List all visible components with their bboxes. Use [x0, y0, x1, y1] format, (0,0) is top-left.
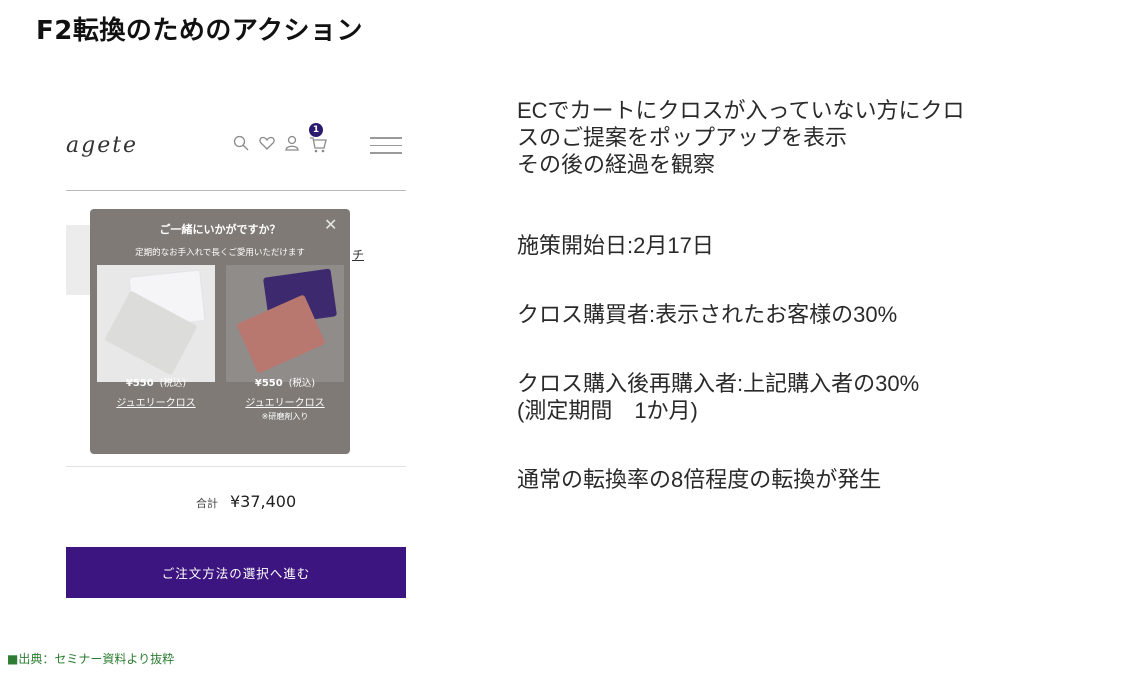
note-repurchasers: クロス購入後再購入者:上記購入者の30% (測定期間 1か月): [517, 371, 920, 423]
product-card-2[interactable]: ジュエリークロス ※研磨剤入り: [226, 265, 344, 422]
heart-icon[interactable]: [258, 134, 276, 152]
product-price-2: ¥550 (税込): [254, 378, 316, 389]
source-note: ■出典：セミナー資料より抜粋: [7, 652, 175, 666]
search-icon[interactable]: [232, 134, 250, 152]
cart-total: 合計 ¥37,400: [196, 492, 296, 511]
product-image-2[interactable]: [226, 265, 344, 382]
cart-icon[interactable]: 1: [308, 123, 328, 154]
menu-icon[interactable]: [370, 137, 402, 160]
note-observation: ECでカートにクロスが入っていない方にクロ スのご提案をポップアップを表示 その…: [517, 98, 965, 177]
product-price-1: ¥550 (税込): [125, 378, 187, 389]
product-name-1[interactable]: ジュエリークロス: [97, 394, 215, 409]
note-purchasers: クロス購買者:表示されたお客様の30%: [517, 302, 898, 327]
product-note-2: ※研磨剤入り: [261, 412, 309, 421]
cart-divider: [66, 466, 406, 467]
background-partial-text: チ: [352, 248, 365, 262]
total-value: ¥37,400: [230, 492, 297, 511]
product-name-2[interactable]: ジュエリークロス: [226, 394, 344, 409]
recommendation-popup: ✕ ご一緒にいかがですか？ 定期的なお手入れで長くご愛用いただけます ジュエリー…: [90, 209, 350, 454]
header-divider: [66, 190, 406, 191]
user-icon[interactable]: [284, 134, 300, 152]
note-start-date: 施策開始日:2月17日: [517, 233, 714, 258]
proceed-checkout-button[interactable]: ご注文方法の選択へ進む: [66, 547, 406, 598]
slide-title: F2転換のためのアクション: [36, 16, 364, 46]
popup-subtitle: 定期的なお手入れで長くご愛用いただけます: [135, 248, 305, 258]
header-icons: 1: [232, 123, 328, 154]
background-product-strip: [66, 225, 92, 295]
cart-badge: 1: [309, 123, 323, 137]
popup-title: ご一緒にいかがですか？: [159, 223, 281, 236]
total-label: 合計: [196, 497, 218, 510]
site-logo[interactable]: agete: [66, 133, 138, 158]
product-image-1[interactable]: [97, 265, 215, 382]
note-conversion: 通常の転換率の8倍程度の転換が発生: [517, 467, 882, 492]
phone-screenshot: agete 1 チ ✕ ご一緒にいかがですか？ 定期的なお手入れで長くご愛用いた…: [66, 110, 406, 600]
